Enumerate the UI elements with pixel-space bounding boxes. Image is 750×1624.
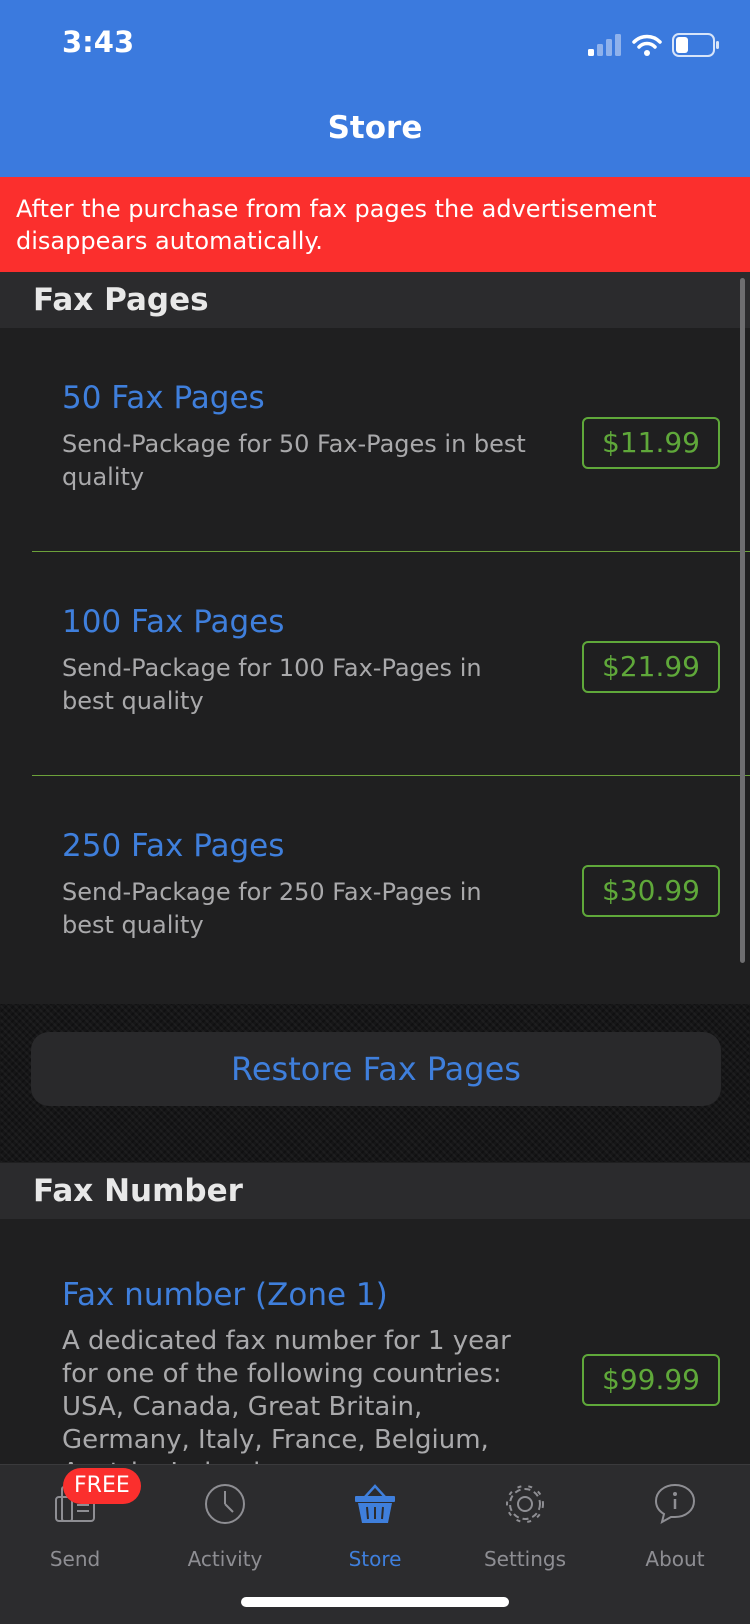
price-button[interactable]: $21.99 [582, 641, 720, 693]
tab-settings[interactable]: Settings [450, 1465, 600, 1575]
product-item[interactable]: 50 Fax Pages Send-Package for 50 Fax-Pag… [0, 328, 750, 552]
tab-label: About [645, 1547, 705, 1571]
status-icons [588, 30, 720, 60]
restore-fax-pages-button[interactable]: Restore Fax Pages [31, 1032, 721, 1106]
restore-area: Restore Fax Pages [0, 1004, 750, 1162]
product-item[interactable]: Fax number (Zone 1) A dedicated fax numb… [0, 1220, 750, 1464]
cellular-signal-icon [588, 34, 621, 56]
price-button[interactable]: $99.99 [582, 1354, 720, 1406]
battery-icon [672, 33, 719, 57]
fax-pages-list: 50 Fax Pages Send-Package for 50 Fax-Pag… [0, 328, 750, 1000]
tab-label: Settings [483, 1547, 567, 1571]
ad-notice-banner: After the purchase from fax pages the ad… [0, 177, 750, 272]
scroll-indicator[interactable] [740, 278, 745, 963]
page-title: Store [327, 110, 423, 146]
section-header-fax-number: Fax Number [0, 1163, 750, 1219]
price-button[interactable]: $11.99 [582, 417, 720, 469]
product-title: 250 Fax Pages [62, 828, 285, 864]
product-title: 50 Fax Pages [62, 380, 265, 416]
product-description: Send-Package for 50 Fax-Pages in best qu… [62, 430, 526, 491]
section-header-fax-pages: Fax Pages [0, 272, 750, 328]
tab-store[interactable]: Store [300, 1465, 450, 1575]
gear-icon [506, 1485, 544, 1523]
navigation-header: 3:43 Store [0, 0, 750, 177]
basket-icon [355, 1484, 395, 1523]
product-item[interactable]: 100 Fax Pages Send-Package for 100 Fax-P… [0, 552, 750, 776]
product-item[interactable]: 250 Fax Pages Send-Package for 250 Fax-P… [0, 776, 750, 1000]
clock-icon [205, 1484, 245, 1524]
wifi-icon [632, 34, 662, 56]
info-bubble-icon [654, 1483, 696, 1524]
free-badge: FREE [63, 1468, 141, 1504]
tab-label: Store [348, 1547, 402, 1571]
store-screen: 3:43 Store After the purchase from fax p… [0, 0, 750, 1624]
product-title: 100 Fax Pages [62, 604, 285, 640]
tab-label: Activity [187, 1547, 263, 1571]
product-description: Send-Package for 250 Fax-Pages in best q… [62, 878, 482, 939]
price-button[interactable]: $30.99 [582, 865, 720, 917]
tab-activity[interactable]: Activity [150, 1465, 300, 1575]
status-time: 3:43 [62, 25, 135, 59]
tab-about[interactable]: About [600, 1465, 750, 1575]
home-indicator[interactable] [241, 1597, 509, 1607]
product-description: Send-Package for 100 Fax-Pages in best q… [62, 654, 482, 715]
tab-label: Send [49, 1547, 101, 1571]
product-title: Fax number (Zone 1) [62, 1277, 388, 1313]
product-description: A dedicated fax number for 1 year for on… [62, 1326, 511, 1464]
